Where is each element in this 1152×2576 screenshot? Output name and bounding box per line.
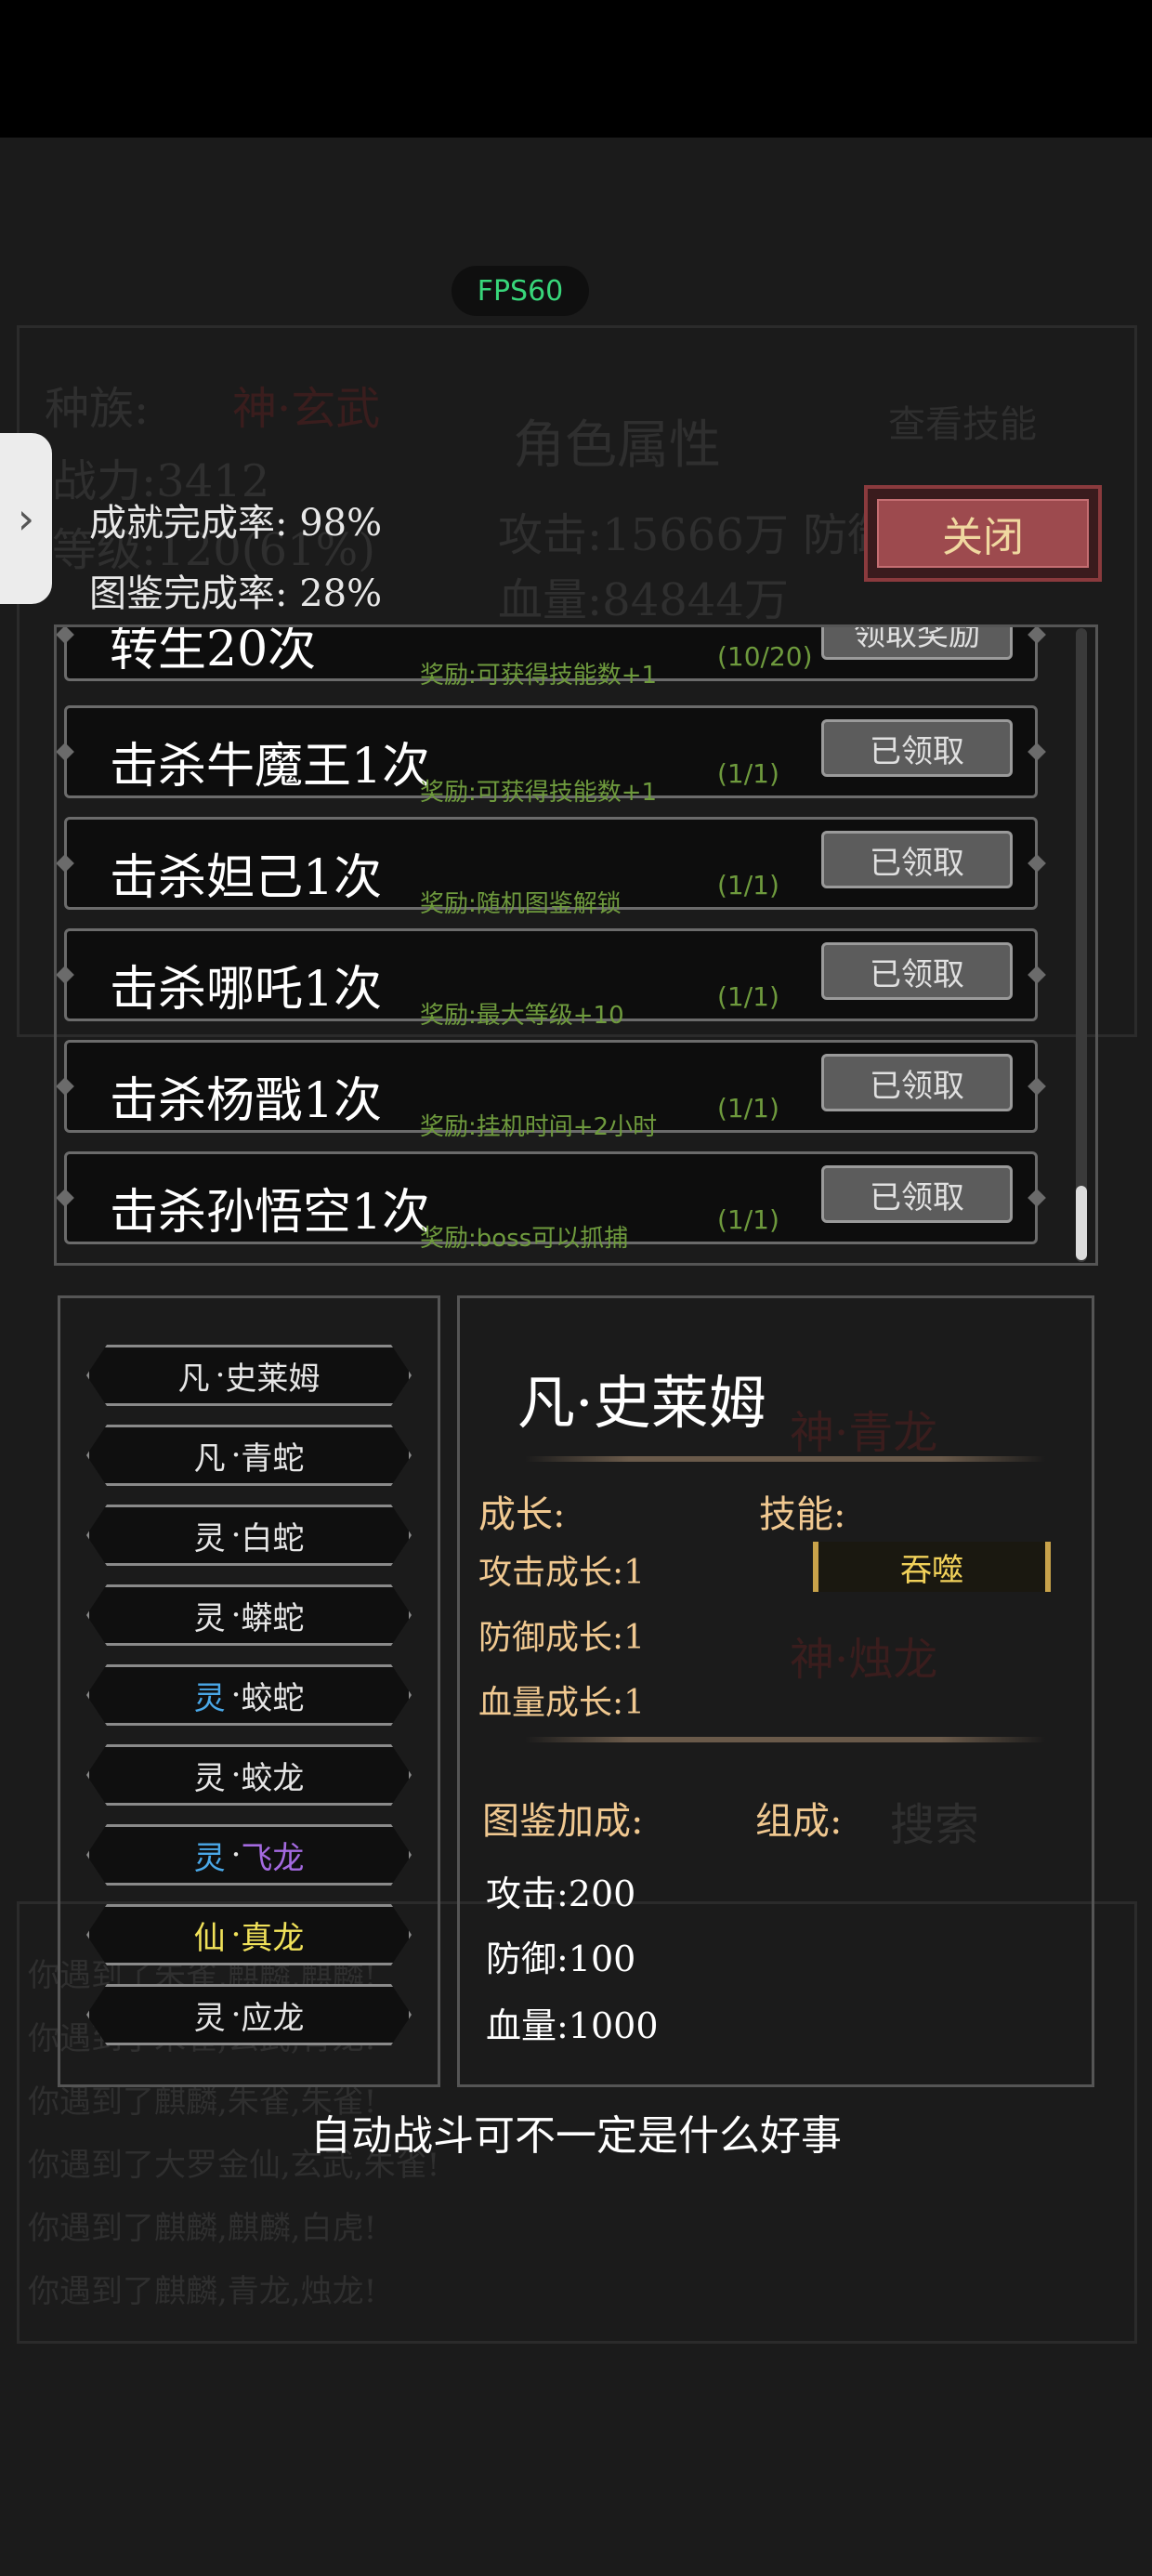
- bg-race-value: 神·玄武: [232, 383, 381, 435]
- claimed-button[interactable]: 已领取: [821, 1165, 1013, 1223]
- monster-tier: 灵: [193, 1679, 226, 1717]
- monster-name: 蟒蛇: [241, 1599, 305, 1637]
- monster-name: 蛟蛇: [241, 1679, 305, 1717]
- chevron-right-icon: ›: [17, 493, 35, 544]
- achievement-row: 击杀杨戬1次 (1/1) 奖励:挂机时间+2小时 已领取: [64, 1040, 1038, 1141]
- skill-heading: 技能:: [759, 1493, 846, 1536]
- achievement-title: 击杀妲己1次: [110, 850, 383, 906]
- tip-text: 自动战斗可不一定是什么好事: [310, 2112, 842, 2160]
- bg-role-attr: 角色属性: [513, 415, 721, 476]
- scrollbar-track[interactable]: [1076, 628, 1087, 1262]
- monster-item[interactable]: 灵 · 飞龙: [86, 1824, 412, 1886]
- monster-name: 史莱姆: [225, 1360, 321, 1398]
- bg-atk: 攻击:15666万 防御: [498, 509, 893, 561]
- monster-item[interactable]: 灵 · 蛟蛇: [86, 1664, 412, 1726]
- monster-name: 应龙: [241, 1999, 305, 2037]
- monster-item[interactable]: 仙 · 真龙: [86, 1904, 412, 1965]
- bg-race-label: 种族:: [45, 383, 150, 435]
- claimed-button[interactable]: 已领取: [821, 1054, 1013, 1111]
- close-button-label: 关闭: [877, 499, 1089, 568]
- achievement-title: 击杀哪吒1次: [110, 962, 383, 1018]
- achievement-reward: 奖励:挂机时间+2小时: [420, 1113, 658, 1141]
- monster-tier: 灵: [193, 1519, 226, 1557]
- claim-reward-button[interactable]: 领取奖励: [821, 627, 1013, 660]
- achievement-reward: 奖励:最大等级+10: [420, 1002, 624, 1030]
- hp-growth: 血量成长:1: [478, 1684, 646, 1722]
- achievement-title: 击杀孙悟空1次: [110, 1185, 431, 1241]
- achievement-progress: (1/1): [717, 981, 779, 1012]
- detail-name: 凡·史莱姆: [517, 1369, 766, 1437]
- monster-item[interactable]: 灵 · 应龙: [86, 1984, 412, 2045]
- hp-bonus: 血量:1000: [486, 2005, 659, 2046]
- bonus-heading: 图鉴加成:: [482, 1800, 644, 1843]
- bg-log-5: 你遇到了麒麟,麒麟,白虎!: [28, 2210, 377, 2247]
- achievement-reward: 奖励:boss可以抓捕: [420, 1225, 629, 1253]
- achievement-progress: (1/1): [717, 870, 779, 900]
- achievement-row: 击杀牛魔王1次 (1/1) 奖励:可获得技能数+1 已领取: [64, 705, 1038, 807]
- close-button[interactable]: 关闭: [864, 485, 1102, 582]
- claimed-button[interactable]: 已领取: [821, 831, 1013, 888]
- achievement-row: 击杀哪吒1次 (1/1) 奖励:最大等级+10 已领取: [64, 928, 1038, 1030]
- monster-name: 白蛇: [241, 1519, 305, 1557]
- monster-item[interactable]: 凡 · 青蛇: [86, 1425, 412, 1486]
- achievement-progress: (10/20): [717, 641, 813, 672]
- divider: [525, 1456, 1045, 1462]
- claimed-button[interactable]: 已领取: [821, 719, 1013, 777]
- side-expand-tab[interactable]: ›: [0, 433, 52, 604]
- collection-rate: 图鉴完成率: 28%: [89, 572, 383, 615]
- monster-tier: 灵: [193, 1839, 226, 1877]
- skill-tag[interactable]: 吞噬: [813, 1542, 1051, 1592]
- achievement-title: 击杀牛魔王1次: [110, 739, 431, 795]
- monster-item[interactable]: 灵 · 蟒蛇: [86, 1584, 412, 1646]
- monster-name: 青蛇: [241, 1439, 305, 1478]
- achievement-row: 击杀孙悟空1次 (1/1) 奖励:boss可以抓捕 已领取: [64, 1151, 1038, 1253]
- atk-growth: 攻击成长:1: [478, 1554, 646, 1592]
- bg-view-skill: 查看技能: [888, 403, 1037, 446]
- achievement-progress: (1/1): [717, 1204, 779, 1235]
- achievement-progress: (1/1): [717, 1093, 779, 1124]
- compose-heading: 组成:: [755, 1800, 843, 1843]
- achievement-row: 转生20次 (10/20) 奖励:可获得技能数+1 领取奖励: [64, 624, 1038, 690]
- monster-detail: 凡·史莱姆 成长: 技能: 吞噬 攻击成长:1 防御成长:1 血量成长:1 图鉴…: [457, 1295, 1094, 2087]
- bg-log-6: 你遇到了麒麟,青龙,烛龙!: [28, 2273, 377, 2310]
- monster-tier: 凡: [193, 1439, 226, 1478]
- achievement-title: 击杀杨戬1次: [110, 1073, 383, 1129]
- achievement-reward: 奖励:可获得技能数+1: [420, 662, 658, 690]
- monster-tier: 仙: [193, 1919, 226, 1957]
- monster-name: 蛟龙: [241, 1759, 305, 1797]
- monster-list: 凡 · 史莱姆 凡 · 青蛇 灵 · 白蛇 灵 · 蟒蛇 灵 · 蛟蛇 灵 · 蛟龙 灵 · 飞龙 仙 · 真龙…: [58, 1295, 440, 2087]
- growth-heading: 成长:: [478, 1493, 566, 1536]
- atk-bonus: 攻击:200: [486, 1873, 636, 1914]
- monster-name: 真龙: [241, 1919, 305, 1957]
- achievement-progress: (1/1): [717, 758, 779, 789]
- divider: [525, 1737, 1045, 1742]
- scrollbar-thumb[interactable]: [1076, 1186, 1087, 1260]
- monster-item[interactable]: 灵 · 白蛇: [86, 1505, 412, 1566]
- achievement-reward: 奖励:随机图鉴解锁: [420, 890, 622, 918]
- achievement-title: 转生20次: [110, 624, 317, 677]
- achievement-row: 击杀妲己1次 (1/1) 奖励:随机图鉴解锁 已领取: [64, 817, 1038, 918]
- monster-tier: 灵: [193, 1599, 226, 1637]
- def-bonus: 防御:100: [486, 1939, 636, 1979]
- def-growth: 防御成长:1: [478, 1619, 646, 1657]
- fps-indicator: FPS60: [452, 266, 589, 316]
- monster-tier: 灵: [193, 1999, 226, 2037]
- monster-item[interactable]: 灵 · 蛟龙: [86, 1744, 412, 1806]
- claimed-button[interactable]: 已领取: [821, 942, 1013, 1000]
- monster-tier: 凡: [177, 1360, 210, 1398]
- status-bar: [0, 0, 1152, 138]
- monster-item[interactable]: 凡 · 史莱姆: [86, 1345, 412, 1406]
- monster-tier: 灵: [193, 1759, 226, 1797]
- achievement-reward: 奖励:可获得技能数+1: [420, 779, 658, 807]
- achievement-rate: 成就完成率: 98%: [89, 502, 383, 545]
- achievement-list[interactable]: 转生20次 (10/20) 奖励:可获得技能数+1 领取奖励 击杀牛魔王1次 (…: [54, 624, 1098, 1266]
- bg-hp: 血量:84844万: [498, 574, 789, 626]
- monster-name: 飞龙: [241, 1839, 305, 1877]
